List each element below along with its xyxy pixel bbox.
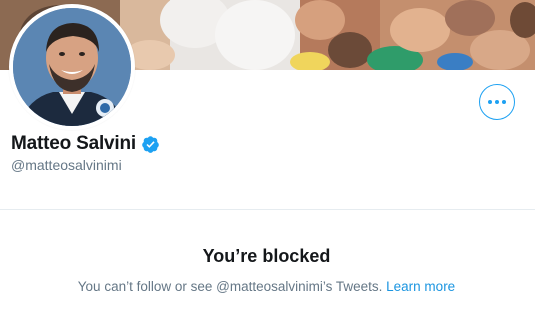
- blocked-message-text: You can’t follow or see @matteosalvinimi…: [77, 279, 383, 294]
- profile-page: Matteo Salvini @matteosalvinimi You’re b…: [0, 0, 535, 315]
- blocked-title: You’re blocked: [202, 246, 331, 266]
- profile-handle: @matteosalvinimi: [11, 157, 122, 173]
- verified-badge-icon: [142, 135, 159, 153]
- profile-avatar[interactable]: [9, 4, 135, 130]
- blocked-message: You can’t follow or see @matteosalvinimi…: [0, 279, 533, 294]
- learn-more-link[interactable]: Learn more: [386, 279, 455, 294]
- more-horizontal-icon: [488, 100, 506, 104]
- display-name[interactable]: Matteo Salvini: [11, 133, 136, 155]
- name-row: Matteo Salvini: [11, 133, 160, 155]
- divider: [0, 209, 535, 210]
- more-options-button[interactable]: [479, 84, 515, 120]
